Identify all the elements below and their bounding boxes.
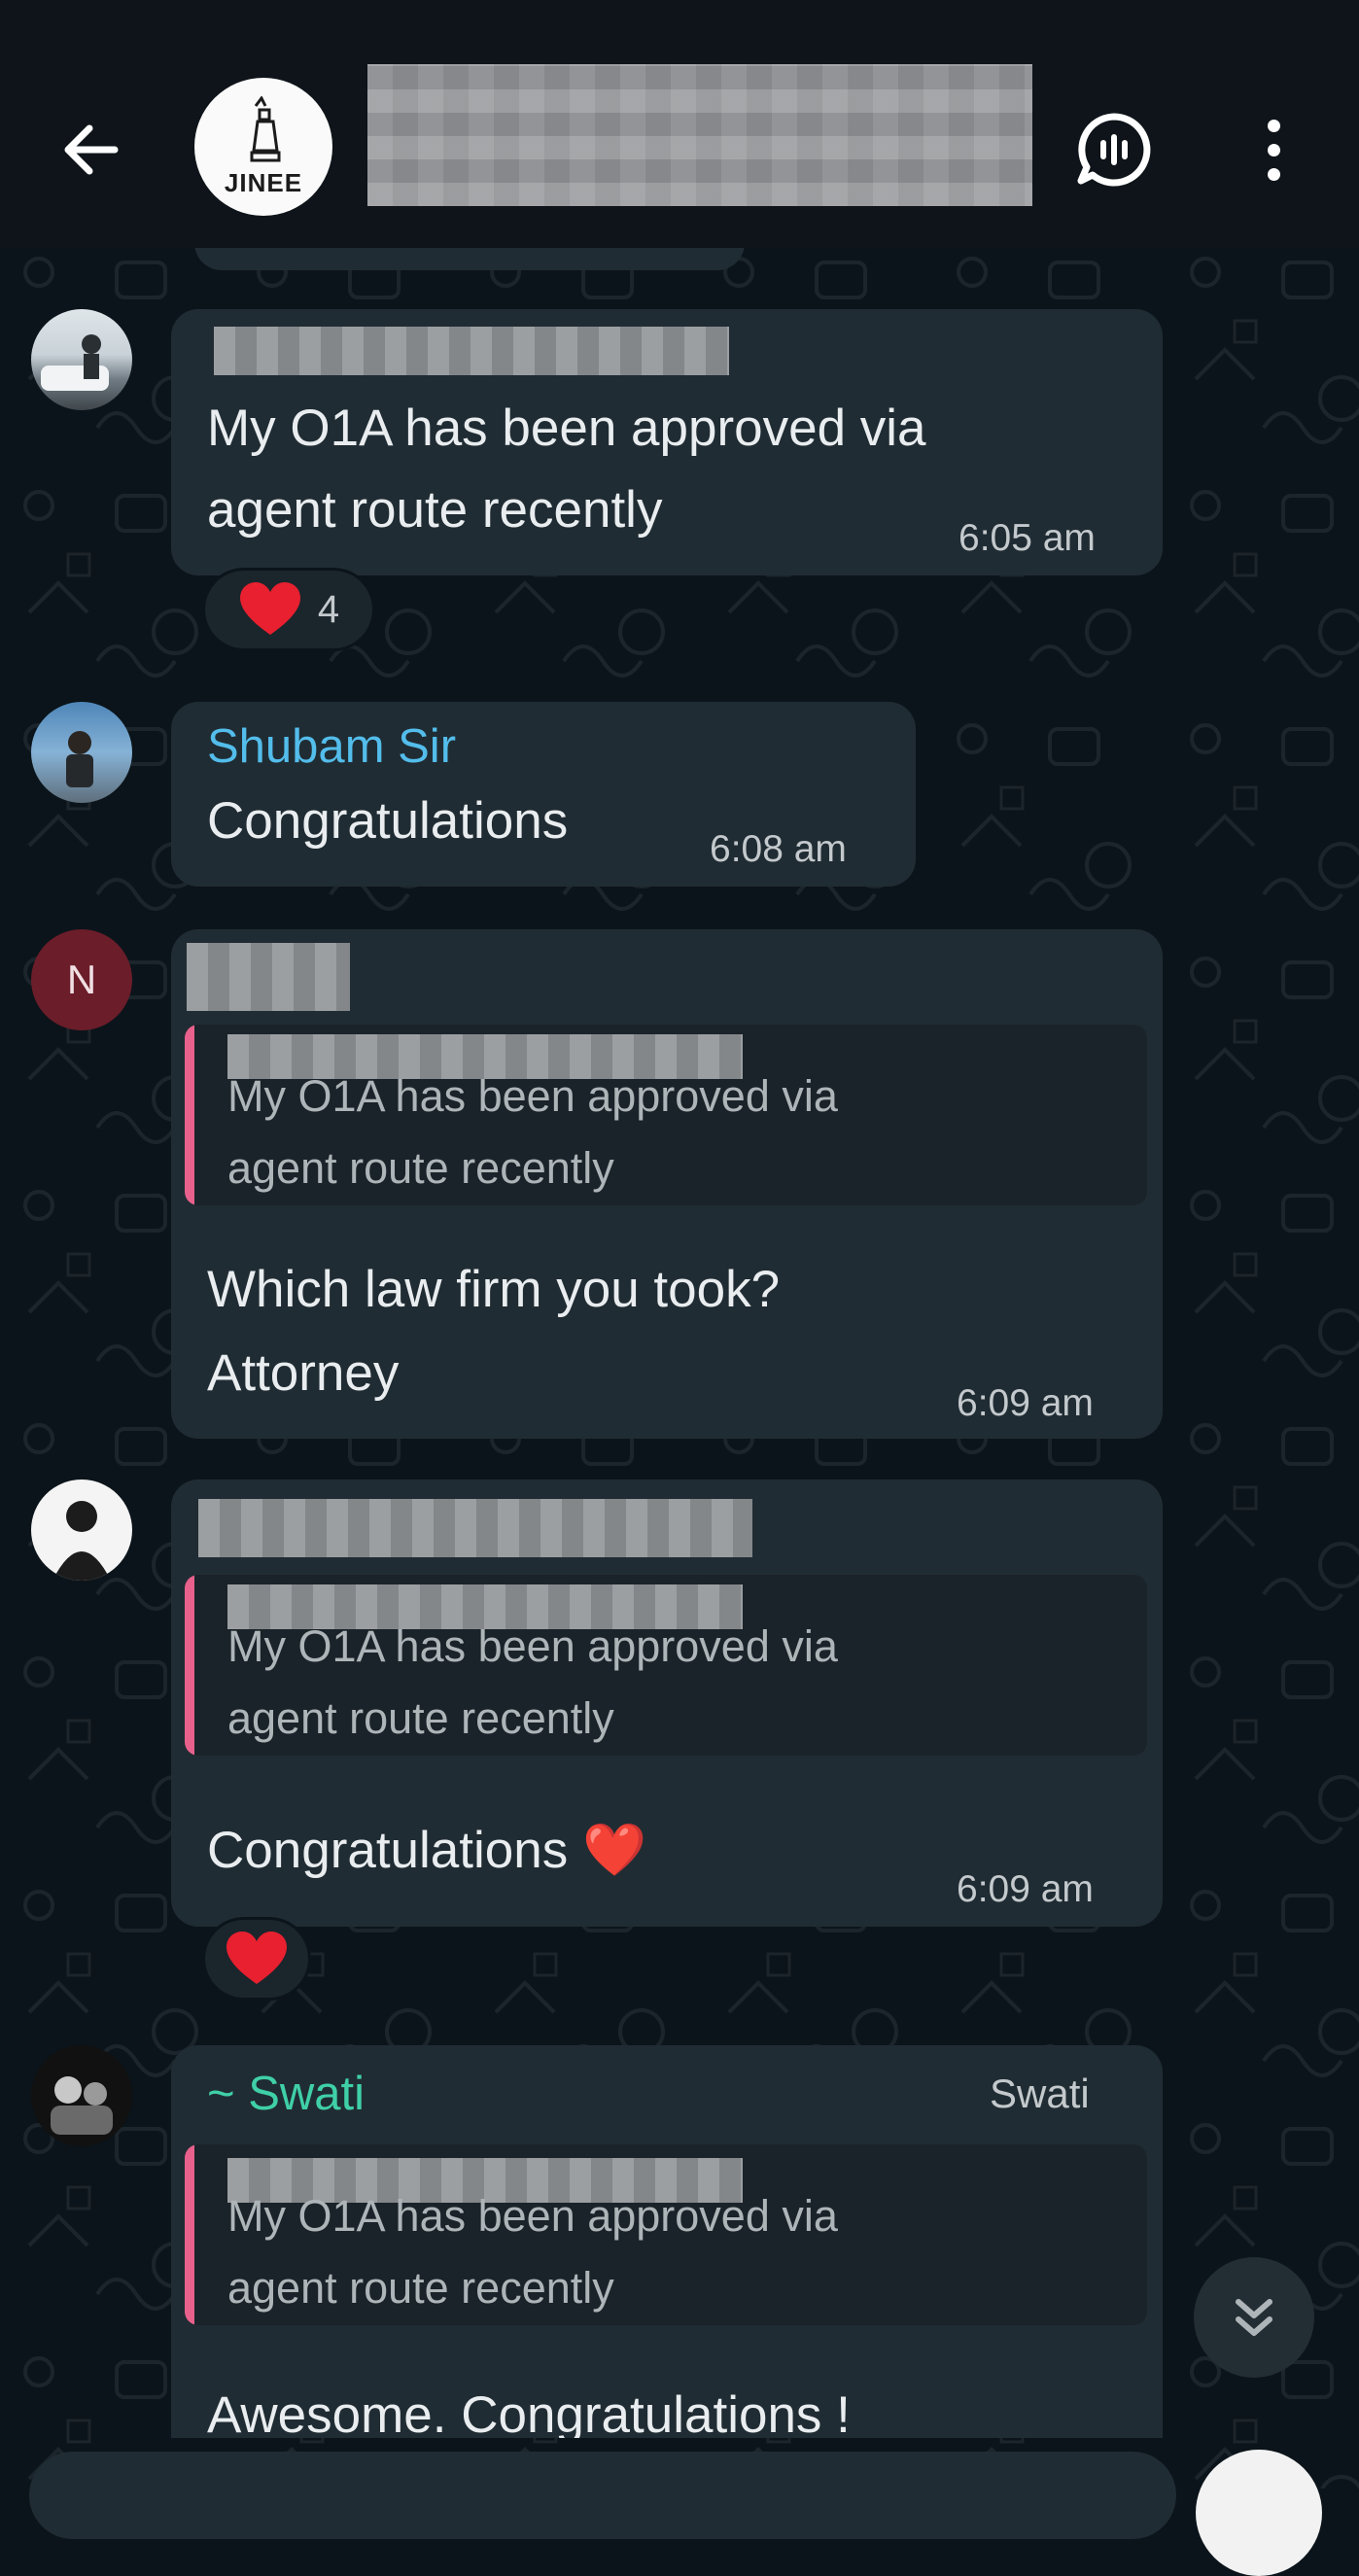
message-time: 6:08 am [710, 828, 847, 870]
sender-name-redacted [214, 327, 729, 375]
mic-button[interactable] [1196, 2450, 1322, 2576]
arrow-left-icon [64, 124, 119, 175]
message-text: agent route recently [207, 481, 663, 539]
sender-name[interactable]: ~ Swati [207, 2067, 365, 2121]
quoted-text: agent route recently [227, 1143, 614, 1193]
reaction-count: 4 [317, 587, 340, 631]
message-bubble[interactable]: My O1A has been approved via agent route… [171, 309, 1163, 575]
profile-photo-icon [41, 334, 109, 391]
message-bubble[interactable]: My O1A has been approved via agent route… [171, 929, 1163, 1439]
quoted-text: agent route recently [227, 1693, 614, 1743]
message-time: 6:09 am [957, 1382, 1094, 1424]
avatar[interactable] [31, 309, 132, 410]
message-time: 6:05 am [958, 517, 1096, 559]
double-chevron-down-icon [1236, 2299, 1272, 2336]
statue-logo-icon [250, 95, 281, 161]
message-bubble[interactable]: ~ Swati Swati My O1A has been approved v… [171, 2045, 1163, 2438]
voice-chat-button[interactable] [1073, 109, 1155, 191]
avatar[interactable]: N [31, 929, 132, 1030]
quoted-text: My O1A has been approved via [227, 1621, 838, 1671]
quoted-text: My O1A has been approved via [227, 2191, 838, 2241]
profile-photo-icon [66, 731, 93, 787]
quoted-message[interactable]: My O1A has been approved via agent route… [185, 2144, 1147, 2325]
message-text: Congratulations ❤️ [207, 1822, 646, 1879]
message-text: Attorney [207, 1344, 400, 1402]
sender-phone-name: Swati [990, 2071, 1090, 2116]
group-logo-text: JINEE [224, 167, 303, 197]
sender-name-redacted [198, 1499, 752, 1557]
avatar[interactable] [31, 702, 132, 803]
message-composer[interactable] [29, 2452, 1176, 2539]
avatar-letter: N [66, 957, 97, 1002]
back-button[interactable] [51, 109, 132, 191]
quoted-text: agent route recently [227, 2263, 614, 2313]
scroll-to-bottom-button[interactable] [1194, 2257, 1314, 2378]
profile-photo-icon [52, 1501, 111, 1581]
more-options-button[interactable] [1254, 109, 1293, 191]
quoted-text: My O1A has been approved via [227, 1071, 838, 1121]
group-name-redacted[interactable] [367, 64, 1032, 206]
avatar[interactable] [31, 1479, 132, 1581]
group-avatar[interactable]: JINEE [194, 78, 332, 216]
message-time: 6:09 am [957, 1868, 1094, 1910]
heart-icon [226, 1932, 287, 1984]
quoted-message[interactable]: My O1A has been approved via agent route… [185, 1025, 1147, 1205]
message-text: Awesome. Congratulations ! [207, 2386, 851, 2438]
quoted-message[interactable]: My O1A has been approved via agent route… [185, 1575, 1147, 1756]
message-list: My O1A has been approved via agent route… [0, 0, 1359, 2489]
avatar[interactable] [31, 2045, 132, 2146]
chat-header: JINEE [0, 0, 1359, 248]
heart-icon [239, 582, 300, 635]
message-text: Congratulations [207, 792, 569, 850]
sender-name-redacted [187, 943, 350, 1011]
more-vert-icon [1267, 119, 1280, 132]
message-text: My O1A has been approved via [207, 400, 926, 457]
profile-photo-icon [51, 2076, 113, 2135]
sender-name[interactable]: Shubam Sir [207, 719, 456, 774]
message-bubble[interactable]: My O1A has been approved via agent route… [171, 1479, 1163, 1927]
reaction-badge[interactable] [202, 1917, 311, 2001]
message-text: Which law firm you took? [207, 1261, 781, 1318]
reaction-badge[interactable]: 4 [202, 568, 375, 651]
voice-chat-icon [1077, 113, 1151, 187]
message-bubble[interactable]: Shubam Sir Congratulations 6:08 am [171, 702, 916, 887]
